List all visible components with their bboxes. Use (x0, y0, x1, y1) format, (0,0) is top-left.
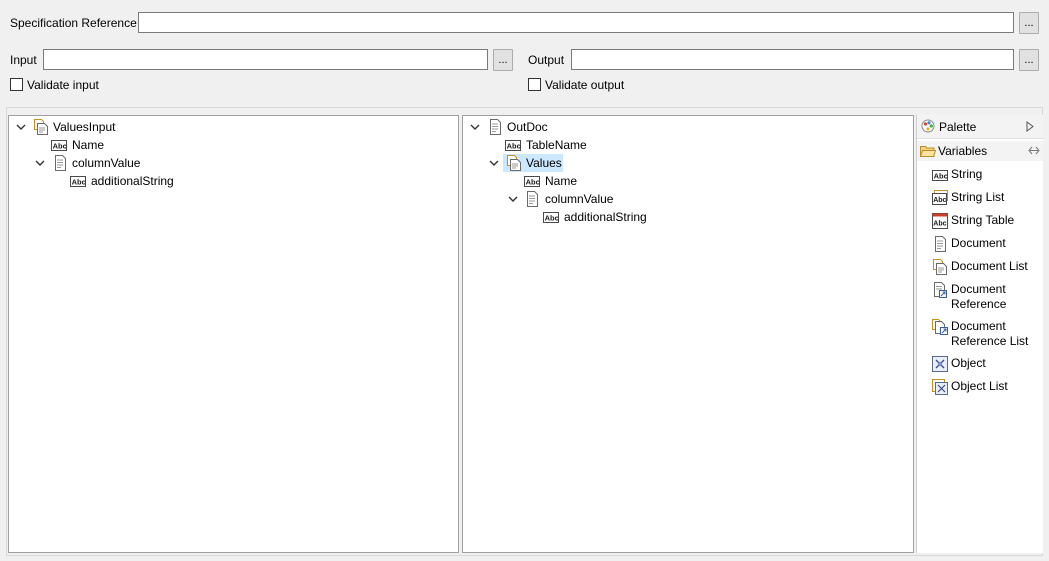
palette-title: Palette (939, 120, 977, 134)
palette-item-string-table[interactable]: String Table (917, 212, 1044, 232)
output-field[interactable] (571, 49, 1014, 70)
tree-node-column-value[interactable]: columnValue (9, 154, 449, 172)
collapse-chevron-icon[interactable] (489, 154, 499, 172)
palette-item-label: String (951, 167, 983, 181)
palette-item-label: String List (951, 190, 1005, 204)
palette-item-document-list[interactable]: Document List (917, 258, 1044, 278)
tree-node-root[interactable]: ValuesInput (9, 118, 449, 136)
palette-item-string-list[interactable]: String List (917, 189, 1044, 209)
palette-item-label-line1: Document (951, 319, 1006, 333)
output-browse-button[interactable]: ... (1019, 49, 1039, 71)
string-icon (70, 173, 86, 189)
output-label: Output (528, 53, 565, 67)
palette-item-label-line2: Reference List (951, 334, 1029, 348)
tree-node-label: Values (526, 156, 562, 170)
tree-node-label: columnValue (545, 192, 614, 206)
palette-item-string[interactable]: String (917, 166, 1044, 186)
document-list-icon (932, 259, 948, 275)
string-icon (505, 137, 521, 153)
tree-node-label: additionalString (564, 210, 647, 224)
spec-reference-browse-button[interactable]: ... (1019, 12, 1039, 34)
string-icon (932, 167, 948, 183)
document-icon (487, 119, 503, 135)
palette-item-label: String Table (951, 213, 1015, 227)
collapse-chevron-icon[interactable] (508, 190, 518, 208)
tree-node-additional-string[interactable]: additionalString (463, 208, 903, 226)
tree-node-root[interactable]: OutDoc (463, 118, 903, 136)
palette-item-label-line2: Reference (951, 297, 1007, 311)
object-icon (932, 356, 948, 372)
tree-node-table-name[interactable]: TableName (463, 136, 903, 154)
input-tree-panel[interactable]: ValuesInput Name columnValue additionalS… (8, 115, 459, 553)
spec-reference-input[interactable] (138, 12, 1014, 33)
palette-icon (921, 119, 935, 133)
folder-open-icon (920, 146, 936, 157)
variables-section-label: Variables (938, 144, 988, 158)
palette-item-label: Document (951, 236, 1006, 250)
palette-item-document-reference[interactable]: Document Reference (917, 281, 1044, 315)
document-list-icon (33, 119, 49, 135)
tree-node-label: additionalString (91, 174, 174, 188)
tree-node-column-value[interactable]: columnValue (463, 190, 903, 208)
tree-node-label: Name (72, 138, 105, 152)
document-icon (524, 191, 540, 207)
variables-section-header[interactable]: Variables (917, 141, 1043, 161)
palette-item-object-list[interactable]: Object List (917, 378, 1044, 398)
tree-node-additional-string[interactable]: additionalString (9, 172, 449, 190)
palette-header[interactable]: Palette (917, 115, 1043, 139)
document-icon (932, 236, 948, 252)
string-icon (524, 173, 540, 189)
tree-node-label: Name (545, 174, 578, 188)
input-field[interactable] (43, 49, 488, 70)
document-reference-icon (932, 282, 948, 298)
string-icon (543, 209, 559, 225)
tree-node-label: OutDoc (507, 120, 548, 134)
input-label: Input (10, 53, 37, 67)
object-list-icon (932, 379, 948, 395)
palette-item-object[interactable]: Object (917, 355, 1044, 375)
output-tree-panel[interactable]: OutDoc TableName Values Name columnValue… (462, 115, 914, 553)
expand-palette-icon[interactable] (1026, 121, 1034, 132)
palette-item-label: Object List (951, 379, 1008, 393)
palette-item-label-line1: Document (951, 282, 1006, 296)
collapse-chevron-icon[interactable] (470, 118, 480, 136)
palette-item-label: Object (951, 356, 986, 370)
validate-output-checkbox[interactable] (528, 78, 541, 91)
validate-input-checkbox[interactable] (10, 78, 23, 91)
document-list-icon (506, 155, 522, 171)
tree-node-label: ValuesInput (53, 120, 116, 134)
tree-node-name[interactable]: Name (463, 172, 903, 190)
palette-item-document[interactable]: Document (917, 235, 1044, 255)
palette-item-document-reference-list[interactable]: Document Reference List (917, 318, 1044, 352)
collapse-chevron-icon[interactable] (16, 118, 26, 136)
palette-item-label: Document List (951, 259, 1028, 273)
tree-node-label: TableName (526, 138, 587, 152)
tree-node-label: columnValue (72, 156, 141, 170)
collapse-chevron-icon[interactable] (35, 154, 45, 172)
tree-node-values[interactable]: Values (463, 154, 903, 172)
tree-node-name[interactable]: Name (9, 136, 449, 154)
string-list-icon (932, 190, 948, 206)
string-table-icon (932, 213, 948, 229)
validate-output-label: Validate output (545, 78, 625, 92)
palette-panel: Palette Variables String String List Str… (916, 115, 1043, 553)
validate-input-label: Validate input (27, 78, 99, 92)
string-icon (51, 137, 67, 153)
document-reference-list-icon (932, 319, 948, 335)
collapse-section-icon[interactable] (1028, 146, 1040, 155)
document-icon (52, 155, 68, 171)
input-browse-button[interactable]: ... (493, 49, 513, 71)
spec-reference-label: Specification Reference (10, 16, 137, 30)
